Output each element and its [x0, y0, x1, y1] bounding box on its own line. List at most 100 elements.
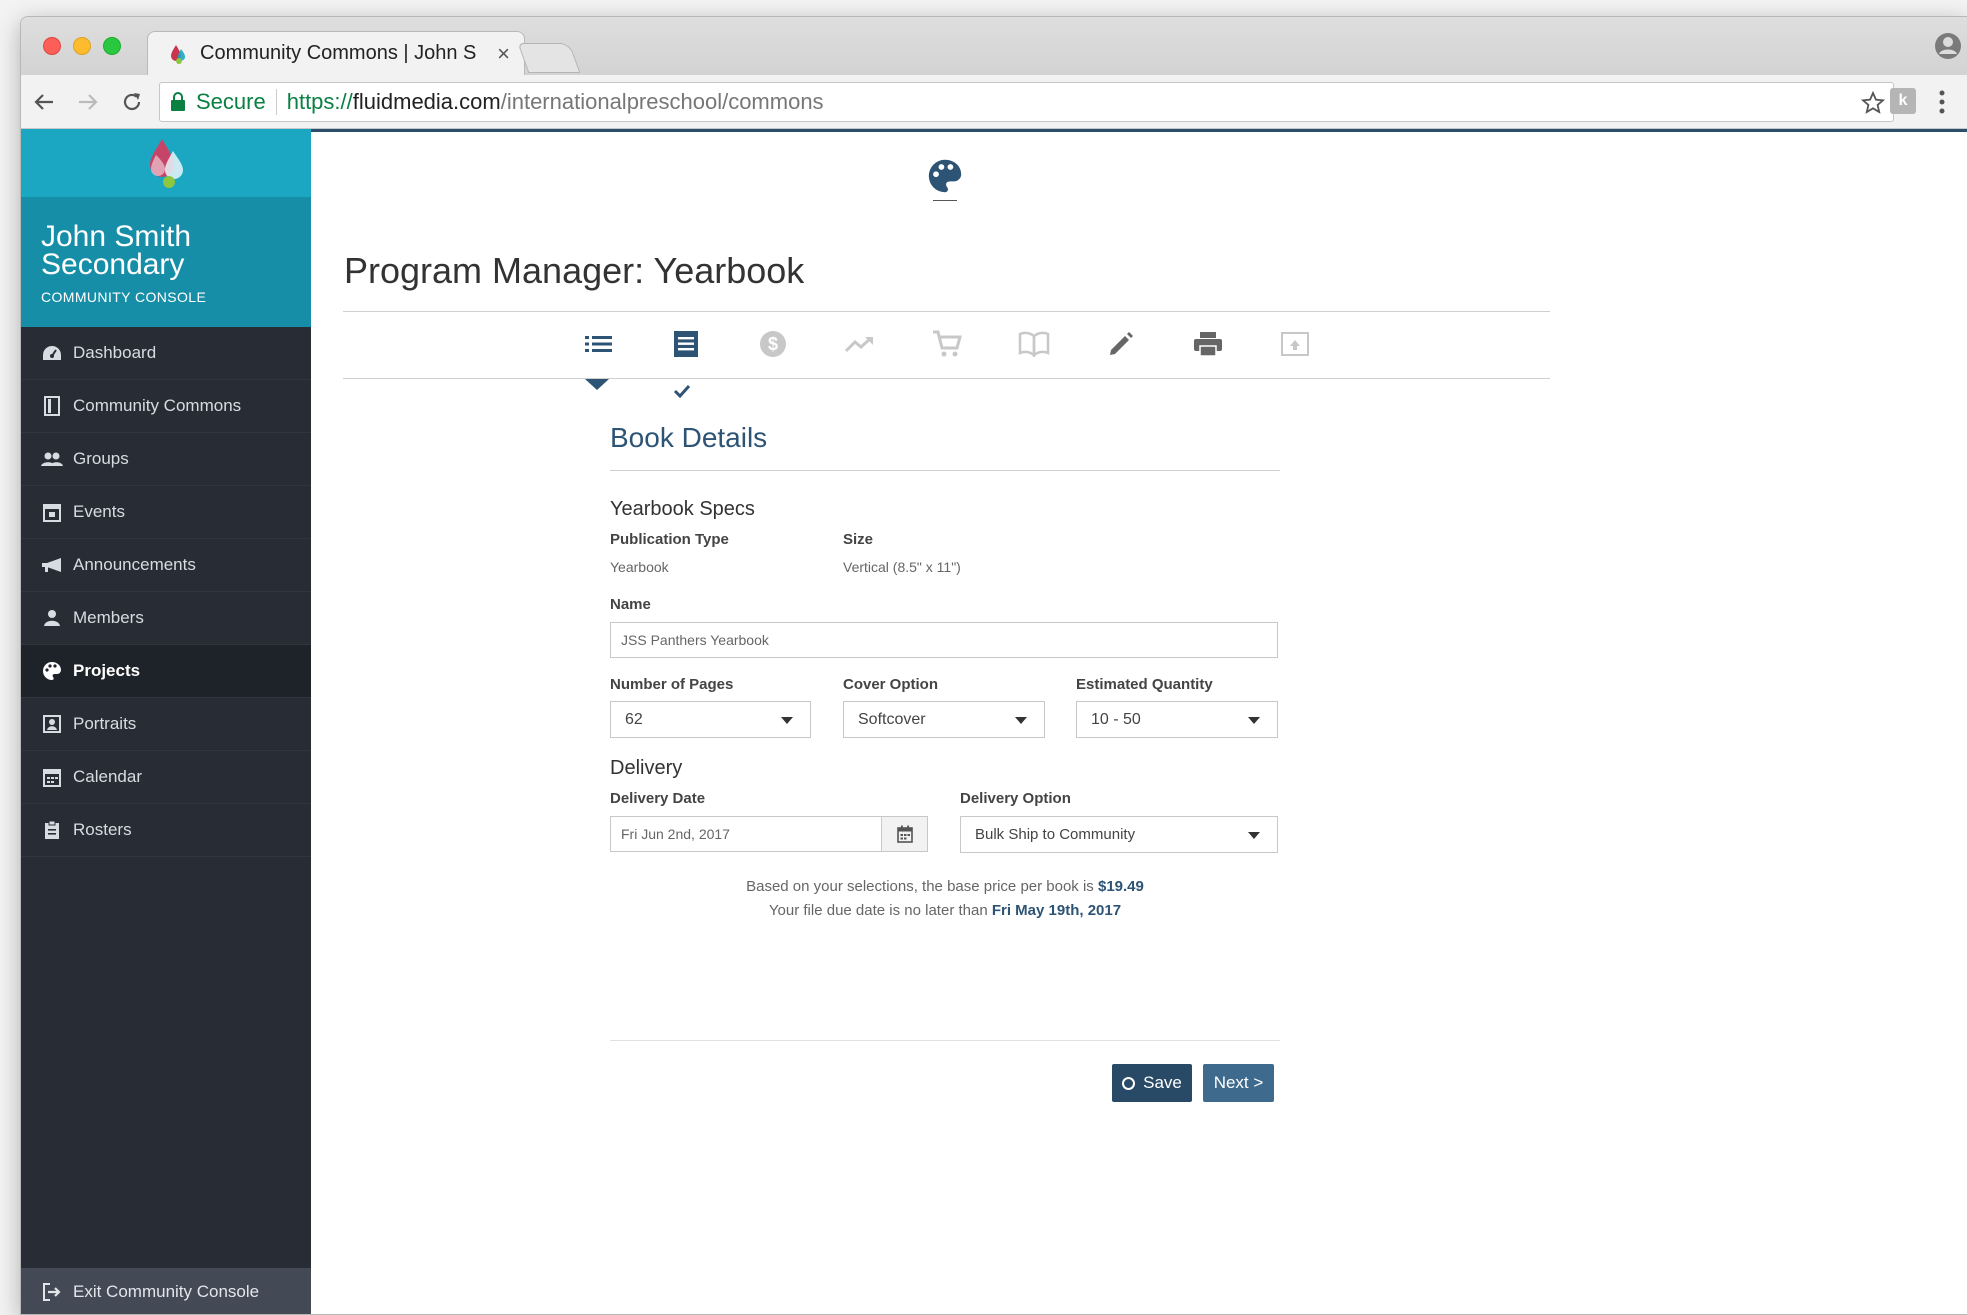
book-icon [41, 395, 63, 417]
document-icon [674, 331, 698, 357]
book-details-form: Book Details Yearbook Specs Publication … [610, 422, 1280, 1102]
browser-tab[interactable]: Community Commons | John S × [147, 31, 525, 75]
forward-button[interactable] [71, 85, 105, 119]
calendar-icon [896, 825, 913, 843]
pages-label: Number of Pages [610, 676, 734, 693]
exit-console-button[interactable]: Exit Community Console [21, 1268, 311, 1314]
bookmark-star-icon[interactable] [1861, 91, 1885, 115]
minimize-window-button[interactable] [73, 37, 91, 55]
secure-label: Secure [196, 89, 266, 114]
quantity-select[interactable]: 10 - 50 [1076, 701, 1278, 738]
sidebar-item-label: Rosters [73, 820, 132, 839]
price-text: Based on your selections, the base price… [746, 878, 1098, 895]
step-list[interactable] [583, 328, 615, 360]
next-button[interactable]: Next > [1203, 1064, 1274, 1102]
tab-close-icon[interactable]: × [497, 41, 510, 66]
sidebar-item-calendar[interactable]: Calendar [21, 751, 311, 804]
due-text: Your file due date is no later than [768, 902, 992, 919]
name-input[interactable]: JSS Panthers Yearbook [610, 622, 1278, 658]
delivery-date-value: Fri Jun 2nd, 2017 [621, 826, 730, 842]
organization-name-line1: John Smith [41, 220, 192, 253]
back-button[interactable] [27, 85, 61, 119]
megaphone-icon [41, 554, 63, 576]
circle-icon [1122, 1076, 1136, 1090]
dollar-icon: $ [760, 331, 786, 357]
person-icon [41, 607, 63, 629]
caret-down-icon [1248, 717, 1260, 724]
url-scheme: https:// [286, 89, 353, 114]
specs-title: Yearbook Specs [610, 498, 755, 520]
address-divider [275, 89, 277, 115]
calendar-icon [41, 766, 63, 788]
url-host: fluidmedia.com [352, 89, 501, 114]
sidebar-item-portraits[interactable]: Portraits [21, 698, 311, 751]
sidebar-item-members[interactable]: Members [21, 592, 311, 645]
step-print[interactable] [1192, 328, 1224, 360]
sidebar-item-projects[interactable]: Projects [21, 645, 311, 698]
maximize-window-button[interactable] [103, 37, 121, 55]
favicon-icon [171, 44, 185, 64]
reload-button[interactable] [115, 85, 149, 119]
sidebar-item-dashboard[interactable]: Dashboard [21, 327, 311, 380]
save-button[interactable]: Save [1112, 1064, 1192, 1102]
arrow-left-icon [34, 94, 53, 110]
name-input-value: JSS Panthers Yearbook [621, 632, 769, 648]
cart-icon [933, 330, 962, 357]
caret-down-icon [781, 717, 793, 724]
pages-select[interactable]: 62 [610, 701, 811, 738]
reload-icon [123, 93, 141, 111]
tab-title: Community Commons | John S [200, 42, 477, 64]
dashboard-icon [41, 342, 63, 364]
address-bar[interactable]: Secure https://fluidmedia.com/internatio… [159, 82, 1894, 122]
calendar-day-icon [41, 501, 63, 523]
check-icon [673, 384, 691, 398]
sidebar-item-rosters[interactable]: Rosters [21, 804, 311, 857]
trending-icon [845, 336, 873, 353]
sidebar-logo-area [21, 129, 311, 197]
pencil-icon [1110, 332, 1133, 355]
step-upload[interactable] [1279, 328, 1311, 360]
sidebar-item-community-commons[interactable]: Community Commons [21, 380, 311, 433]
step-edit[interactable] [1105, 328, 1137, 360]
step-sales[interactable] [844, 328, 876, 360]
save-label: Save [1143, 1073, 1182, 1092]
profile-icon[interactable] [1933, 31, 1963, 61]
step-pricing[interactable]: $ [757, 328, 789, 360]
arrow-right-icon [79, 94, 98, 110]
new-tab-button[interactable] [517, 43, 581, 73]
sidebar-nav: Dashboard Community Commons Groups Event… [21, 327, 311, 857]
delivery-option-select[interactable]: Bulk Ship to Community [960, 816, 1278, 853]
delivery-date-input[interactable]: Fri Jun 2nd, 2017 [610, 816, 928, 852]
clipboard-icon [41, 819, 63, 841]
sidebar-item-label: Dashboard [73, 343, 157, 362]
sidebar-item-label: Community Commons [73, 396, 242, 415]
list-icon [585, 336, 612, 352]
fluid-logo-icon [150, 139, 183, 188]
extension-icon[interactable]: k [1890, 88, 1916, 114]
cover-select[interactable]: Softcover [843, 701, 1045, 738]
url-path: /internationalpreschool/commons [500, 89, 824, 114]
publication-type-value: Yearbook [610, 559, 669, 575]
sidebar-item-label: Events [73, 502, 125, 521]
step-cart[interactable] [931, 328, 963, 360]
palette-icon [41, 660, 63, 682]
delivery-date-label: Delivery Date [610, 790, 706, 807]
sidebar-item-label: Announcements [73, 555, 196, 574]
sidebar-item-events[interactable]: Events [21, 486, 311, 539]
sidebar: John Smith Secondary COMMUNITY CONSOLE D… [21, 129, 311, 1314]
step-book[interactable] [1018, 328, 1050, 360]
lock-icon [171, 92, 185, 111]
date-picker-button[interactable] [881, 817, 927, 851]
form-divider [610, 1040, 1280, 1041]
sidebar-item-announcements[interactable]: Announcements [21, 539, 311, 592]
close-window-button[interactable] [43, 37, 61, 55]
size-label: Size [843, 531, 874, 548]
sidebar-item-groups[interactable]: Groups [21, 433, 311, 486]
section-title: Book Details [610, 422, 768, 453]
step-document[interactable] [670, 328, 702, 360]
portrait-icon [41, 713, 63, 735]
due-value: Fri May 19th, 2017 [991, 902, 1122, 919]
more-menu-icon[interactable] [1938, 87, 1946, 117]
delivery-option-value: Bulk Ship to Community [975, 826, 1136, 843]
sidebar-item-label: Projects [73, 661, 141, 680]
